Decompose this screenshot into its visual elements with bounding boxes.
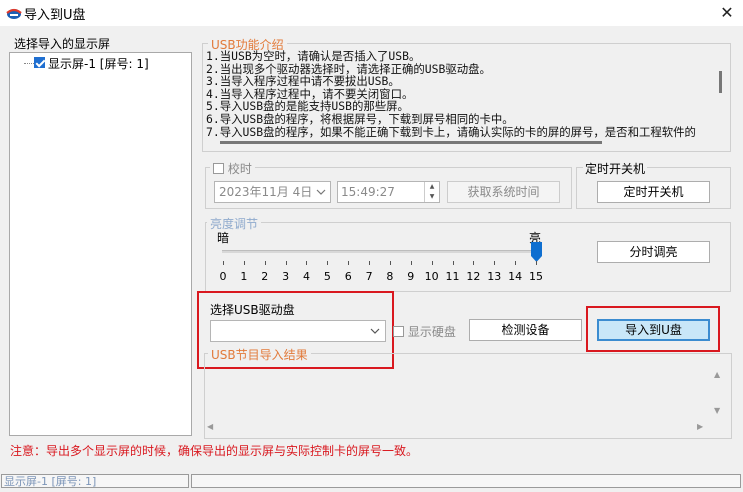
tick-mark <box>223 261 224 265</box>
power-title: 定时开关机 <box>583 160 648 177</box>
status-pane-info <box>191 474 741 488</box>
close-icon[interactable]: ✕ <box>716 2 738 24</box>
tick-mark <box>327 261 329 265</box>
time-value: 15:49:27 <box>341 185 395 199</box>
tick-mark <box>536 261 537 265</box>
import-to-usb-button[interactable]: 导入到U盘 <box>597 319 710 341</box>
result-title: USB节目导入结果 <box>208 346 311 363</box>
tick-mark <box>369 261 371 265</box>
show-disk-label: 显示硬盘 <box>407 325 456 339</box>
tick-label: 1 <box>240 270 248 283</box>
result-group <box>204 353 732 439</box>
tick-label: 15 <box>529 270 543 283</box>
brightness-dark-label: 暗 <box>217 231 230 245</box>
title-bar <box>0 0 743 26</box>
screen-tree[interactable]: 显示屏-1 [屏号: 1] <box>9 52 192 436</box>
timing-label: 校时 <box>227 162 252 176</box>
get-system-time-button[interactable]: 获取系统时间 <box>447 181 560 203</box>
show-disk-checkbox[interactable] <box>393 326 404 337</box>
tick-label: 7 <box>365 270 373 283</box>
tick-mark <box>306 261 308 265</box>
scroll-right-icon[interactable]: ▶ <box>697 422 703 431</box>
tick-label: 3 <box>282 270 290 283</box>
spin-up-icon[interactable]: ▲ <box>425 182 439 192</box>
intro-line: 7.导入USB盘的程序，如果不能正确下载到卡上，请确认实际的卡的屏的屏号，是否和… <box>206 124 696 138</box>
tick-label: 8 <box>386 270 394 283</box>
tree-item-label[interactable]: 显示屏-1 [屏号: 1] <box>48 55 149 72</box>
tick-mark <box>410 261 412 265</box>
tick-mark <box>348 261 350 265</box>
tick-label: 10 <box>424 270 439 283</box>
tick-mark <box>494 261 496 265</box>
tick-mark <box>473 261 475 265</box>
tick-label: 0 <box>219 270 227 283</box>
tick-label: 12 <box>466 270 481 283</box>
tick-label: 14 <box>508 270 523 283</box>
timing-checkbox-wrap[interactable]: 校时 <box>210 160 255 177</box>
tick-label: 6 <box>344 270 352 283</box>
date-value: 2023年11月 4日 <box>219 185 313 199</box>
tick-label: 4 <box>302 270 310 283</box>
tick-label: 2 <box>261 270 269 283</box>
intro-horizontal-scrollbar[interactable] <box>220 141 602 144</box>
intro-line: 6.导入USB盘的程序，将根据屏号，下载到屏号相同的卡中。 <box>206 111 514 126</box>
intro-line: 1.当USB为空时，请确认是否插入了USB。 <box>206 50 421 63</box>
notice-text: 注意：导出多个显示屏的时候，确保导出的显示屏与实际控制卡的屏号一致。 <box>10 444 419 458</box>
brightness-slider-track[interactable] <box>222 250 538 253</box>
spin-down-icon[interactable]: ▼ <box>425 192 439 202</box>
chevron-down-icon[interactable] <box>316 189 326 195</box>
tick-label: 9 <box>407 270 415 283</box>
show-disk-wrap[interactable]: 显示硬盘 <box>393 323 456 340</box>
brightness-slider-thumb[interactable] <box>530 242 542 262</box>
detect-device-button[interactable]: 检测设备 <box>469 319 582 341</box>
intro-vertical-scrollbar[interactable] <box>719 71 722 93</box>
usb-intro-text[interactable]: 1.当USB为空时，请确认是否插入了USB。 2.当出现多个驱动器选择时，请选择… <box>206 50 720 138</box>
tree-connector <box>24 63 34 64</box>
scroll-left-icon[interactable]: ◀ <box>207 422 213 431</box>
timed-power-button[interactable]: 定时开关机 <box>597 181 710 203</box>
timed-brightness-button[interactable]: 分时调亮 <box>597 241 710 263</box>
app-logo-icon <box>6 8 22 19</box>
tick-mark <box>515 261 517 265</box>
scroll-up-icon[interactable]: ▲ <box>714 370 720 379</box>
tick-mark <box>431 261 433 265</box>
intro-line: 3.当导入程序过程中请不要拔出USB。 <box>206 74 400 89</box>
tick-mark <box>452 261 454 265</box>
tick-label: 11 <box>445 270 460 283</box>
tick-mark <box>285 261 287 265</box>
tree-item-checkbox[interactable] <box>34 57 45 68</box>
time-spinner[interactable]: 15:49:27 ▲ ▼ <box>337 181 440 203</box>
date-picker[interactable]: 2023年11月 4日 <box>214 181 331 203</box>
scroll-down-icon[interactable]: ▼ <box>714 406 720 415</box>
tick-mark <box>264 261 266 265</box>
timing-checkbox[interactable] <box>213 163 224 174</box>
tick-label: 5 <box>323 270 331 283</box>
tick-label: 13 <box>487 270 502 283</box>
left-panel-title: 选择导入的显示屏 <box>14 37 111 51</box>
tick-mark <box>389 261 391 265</box>
status-pane-screen: 显示屏-1 [屏号: 1] <box>1 474 189 488</box>
tick-mark <box>243 261 245 265</box>
window-title: 导入到U盘 <box>24 8 86 23</box>
brightness-title: 亮度调节 <box>207 215 262 232</box>
